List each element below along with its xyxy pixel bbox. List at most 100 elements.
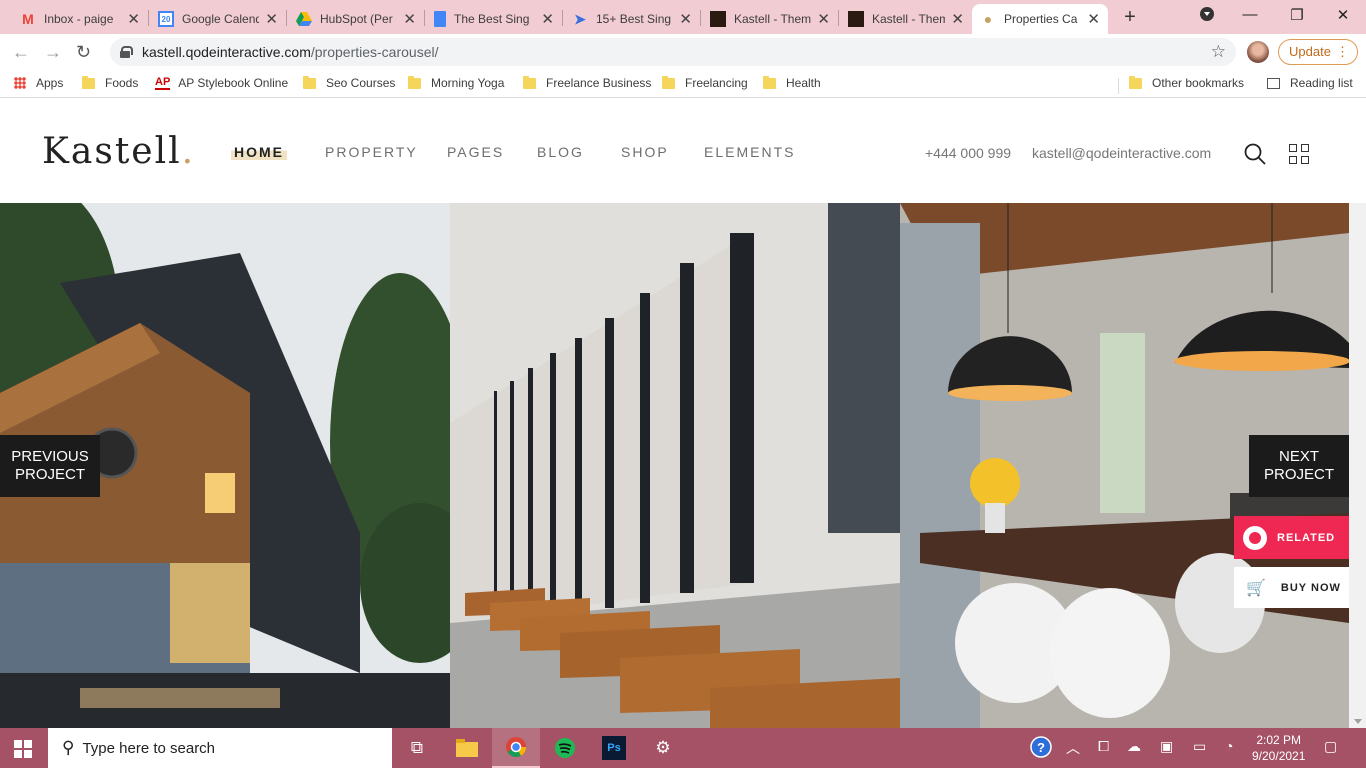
header-phone[interactable]: +444 000 999 xyxy=(925,145,1011,161)
close-icon[interactable]: ✕ xyxy=(541,10,554,28)
tab-properties-carousel[interactable]: ● Properties Ca ✕ xyxy=(972,4,1108,34)
wifi-icon[interactable]: ◔ xyxy=(1225,738,1233,754)
bookmark-seo-courses[interactable]: Seo Courses xyxy=(303,75,395,90)
close-icon[interactable]: ✕ xyxy=(265,10,278,28)
chrome-taskbar-icon[interactable] xyxy=(492,728,540,768)
nav-property[interactable]: PROPERTY xyxy=(325,144,418,160)
nav-elements[interactable]: ELEMENTS xyxy=(704,144,795,160)
close-icon[interactable]: ✕ xyxy=(127,10,140,28)
taskbar-clock[interactable]: 2:02 PM 9/20/2021 xyxy=(1252,732,1305,764)
close-icon[interactable]: ✕ xyxy=(679,10,692,28)
restore-icon[interactable]: ❐ xyxy=(1287,6,1307,24)
tab-google-calendar[interactable]: 20 Google Calend ✕ xyxy=(150,4,286,34)
close-icon[interactable]: ✕ xyxy=(817,10,830,28)
profile-avatar[interactable] xyxy=(1247,41,1269,63)
photoshop-icon[interactable]: Ps xyxy=(602,736,626,760)
tab-divider xyxy=(562,10,563,26)
update-button[interactable]: Update xyxy=(1278,39,1358,65)
tab-best-sing-docs[interactable]: The Best Sing ✕ xyxy=(426,4,562,34)
reading-list-icon xyxy=(1267,77,1280,89)
send-icon: ➤ xyxy=(574,10,586,27)
chevron-up-icon[interactable]: ︿ xyxy=(1066,738,1080,758)
previous-project-label: PREVIOUS PROJECT xyxy=(11,448,89,484)
tab-title: Properties Ca xyxy=(1004,12,1078,26)
gmail-icon: M xyxy=(22,11,34,27)
bookmark-label: Health xyxy=(786,76,821,90)
minimize-icon[interactable]: — xyxy=(1240,6,1260,23)
folder-icon xyxy=(662,75,675,89)
nav-shop[interactable]: SHOP xyxy=(621,144,669,160)
bookmark-health[interactable]: Health xyxy=(763,75,821,90)
folder-icon xyxy=(82,75,95,89)
back-icon[interactable]: ← xyxy=(12,42,30,63)
file-explorer-icon[interactable] xyxy=(455,736,479,760)
tab-divider xyxy=(424,10,425,26)
site-logo[interactable]: Kastell. xyxy=(42,131,195,172)
new-tab-button[interactable]: + xyxy=(1120,6,1140,29)
tab-kastell-1[interactable]: Kastell - Them ✕ xyxy=(702,4,838,34)
address-bar[interactable]: kastell.qodeinteractive.com/properties-c… xyxy=(110,38,1236,66)
tab-gmail[interactable]: M Inbox - paige ✕ xyxy=(12,4,148,34)
tab-divider xyxy=(838,10,839,26)
url-host: kastell.qodeinteractive.com xyxy=(142,44,311,60)
bookmark-label: AP Stylebook Online xyxy=(178,76,289,90)
bookmark-star-icon[interactable]: ☆ xyxy=(1211,42,1226,62)
spotify-icon[interactable] xyxy=(553,736,577,760)
bookmark-foods[interactable]: Foods xyxy=(82,75,138,90)
grid-menu-icon[interactable] xyxy=(1289,144,1309,164)
cart-icon: 🛒 xyxy=(1246,579,1267,597)
bookmark-freelance-business[interactable]: Freelance Business xyxy=(523,75,652,90)
tab-hubspot[interactable]: HubSpot (Per ✕ xyxy=(288,4,424,34)
tab-search-icon[interactable] xyxy=(1197,6,1217,26)
reload-icon[interactable]: ↻ xyxy=(76,42,91,63)
taskbar-search-box[interactable]: ⚲ Type here to search xyxy=(48,728,392,768)
page-scrollbar[interactable] xyxy=(1349,203,1366,728)
nav-blog[interactable]: BLOG xyxy=(537,144,584,160)
reading-list-button[interactable]: Reading list xyxy=(1267,76,1353,90)
windows-taskbar: ⚲ Type here to search ⧉ Ps ⚙ ? ︿ ⧠ ☁ ▣ ▭… xyxy=(0,728,1366,768)
onedrive-cloud-icon[interactable]: ☁ xyxy=(1127,738,1141,755)
bookmark-label: Apps xyxy=(36,76,64,90)
battery-icon[interactable]: ▭ xyxy=(1193,738,1206,755)
url-text[interactable]: kastell.qodeinteractive.com/properties-c… xyxy=(142,44,439,60)
clock-time: 2:02 PM xyxy=(1256,733,1302,747)
bookmark-other-bookmarks[interactable]: Other bookmarks xyxy=(1129,75,1244,90)
meet-now-icon[interactable]: ⧠ xyxy=(1098,738,1109,755)
logo-dot: . xyxy=(181,131,196,172)
related-button[interactable]: RELATED xyxy=(1234,516,1349,559)
bookmark-apps[interactable]: Apps xyxy=(14,76,63,90)
carousel-slide-building[interactable] xyxy=(450,203,900,728)
taskbar-search-placeholder: Type here to search xyxy=(82,739,216,757)
bookmark-label: Freelance Business xyxy=(546,76,652,90)
bookmark-morning-yoga[interactable]: Morning Yoga xyxy=(408,75,504,90)
next-project-button[interactable]: NEXT PROJECT xyxy=(1249,435,1349,497)
apps-icon xyxy=(14,77,26,89)
help-icon[interactable]: ? xyxy=(1030,736,1052,761)
windows-start-icon[interactable] xyxy=(14,740,32,758)
search-icon[interactable] xyxy=(1244,143,1266,165)
tab-kastell-2[interactable]: Kastell - Them ✕ xyxy=(840,4,972,34)
display-icon[interactable]: ▣ xyxy=(1160,738,1173,755)
bookmark-ap-stylebook[interactable]: AP AP Stylebook Online xyxy=(155,76,288,90)
tab-divider xyxy=(286,10,287,26)
nav-home[interactable]: HOME xyxy=(231,144,287,160)
close-icon[interactable]: ✕ xyxy=(1087,10,1100,28)
close-icon[interactable]: ✕ xyxy=(951,10,964,28)
properties-carousel: PREVIOUS PROJECT NEXT PROJECT RELATED 🛒 BU… xyxy=(0,203,1366,728)
settings-gear-icon[interactable]: ⚙ xyxy=(651,736,675,760)
bookmark-freelancing[interactable]: Freelancing xyxy=(662,75,748,90)
window-close-icon[interactable]: ✕ xyxy=(1333,6,1353,24)
previous-project-button[interactable]: PREVIOUS PROJECT xyxy=(0,435,100,497)
browser-tab-strip: M Inbox - paige ✕ 20 Google Calend ✕ Hub… xyxy=(0,0,1366,34)
notifications-icon[interactable]: ▢ xyxy=(1324,738,1337,755)
kastell-icon xyxy=(710,11,726,27)
nav-pages[interactable]: PAGES xyxy=(447,144,504,160)
buy-now-button[interactable]: 🛒 BUY NOW xyxy=(1234,567,1349,608)
lock-icon[interactable] xyxy=(120,46,133,58)
tab-15-best-sing[interactable]: ➤ 15+ Best Sing ✕ xyxy=(564,4,700,34)
forward-icon[interactable]: → xyxy=(44,42,62,63)
close-icon[interactable]: ✕ xyxy=(403,10,416,28)
bookmarks-bar: Apps Foods AP AP Stylebook Online Seo Co… xyxy=(0,70,1366,98)
header-email[interactable]: kastell@qodeinteractive.com xyxy=(1032,145,1211,161)
task-view-icon[interactable]: ⧉ xyxy=(405,736,429,760)
